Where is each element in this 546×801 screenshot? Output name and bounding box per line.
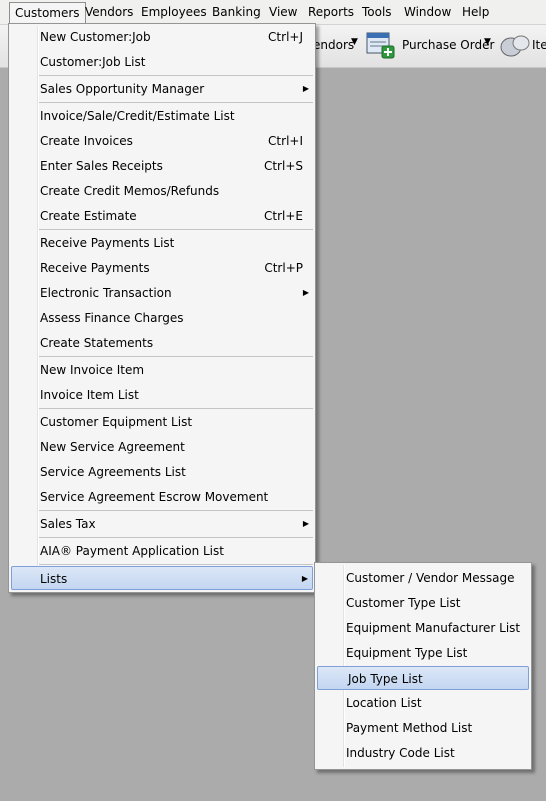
purchase-order-dropdown-arrow-icon[interactable]: ▼ [484, 37, 491, 47]
menu-item-enter-sales-receipts[interactable]: Enter Sales Receipts Ctrl+S [11, 154, 313, 178]
menu-item-label: Lists [40, 572, 68, 586]
menu-customers[interactable]: Customers [9, 2, 86, 24]
menu-item-label: Job Type List [348, 672, 423, 686]
menu-item-new-customer-job[interactable]: New Customer:Job Ctrl+J [11, 25, 313, 49]
menu-item-label: Receive Payments [40, 261, 150, 275]
menu-separator [39, 564, 313, 565]
menu-item-service-agreements-list[interactable]: Service Agreements List [11, 460, 313, 484]
menu-item-label: Create Statements [40, 336, 154, 350]
menu-item-label: New Customer:Job [40, 30, 151, 44]
lists-submenu: Customer / Vendor Message Customer Type … [314, 562, 532, 770]
menu-item-label: Customer Equipment List [40, 415, 193, 429]
menu-separator [39, 102, 313, 103]
menu-item-shortcut: Ctrl+I [268, 134, 303, 148]
menu-vendors[interactable]: Vendors [80, 2, 138, 22]
submenu-item-customer-vendor-message[interactable]: Customer / Vendor Message [317, 566, 529, 590]
menu-separator [39, 356, 313, 357]
menu-item-label: Location List [346, 696, 422, 710]
menu-item-label: Sales Opportunity Manager [40, 82, 205, 96]
menu-item-service-agreement-escrow-movement[interactable]: Service Agreement Escrow Movement [11, 485, 313, 509]
submenu-item-equipment-manufacturer-list[interactable]: Equipment Manufacturer List [317, 616, 529, 640]
vendors-dropdown-arrow-icon[interactable]: ▼ [351, 37, 358, 47]
menu-item-label: AIA® Payment Application List [40, 544, 224, 558]
menu-item-electronic-transaction[interactable]: Electronic Transaction ▶ [11, 281, 313, 305]
menu-item-customer-equipment-list[interactable]: Customer Equipment List [11, 410, 313, 434]
menu-separator [39, 229, 313, 230]
menu-separator [39, 75, 313, 76]
items-icon[interactable] [499, 33, 533, 59]
menu-item-label: Customer Type List [346, 596, 461, 610]
vendors-toolbar-label[interactable]: endors [313, 38, 354, 52]
menu-item-label: Service Agreements List [40, 465, 186, 479]
menu-item-label: Assess Finance Charges [40, 311, 184, 325]
submenu-arrow-icon: ▶ [302, 84, 309, 93]
menu-item-shortcut: Ctrl+P [264, 261, 303, 275]
menu-item-label: Equipment Type List [346, 646, 468, 660]
menu-tools[interactable]: Tools [357, 2, 397, 22]
menu-view[interactable]: View [264, 2, 302, 22]
menu-separator [39, 408, 313, 409]
menu-item-new-invoice-item[interactable]: New Invoice Item [11, 358, 313, 382]
menu-banking[interactable]: Banking [207, 2, 266, 22]
menu-item-create-statements[interactable]: Create Statements [11, 331, 313, 355]
submenu-arrow-icon: ▶ [302, 519, 309, 528]
submenu-item-customer-type-list[interactable]: Customer Type List [317, 591, 529, 615]
menu-item-label: Industry Code List [346, 746, 455, 760]
menu-item-receive-payments-list[interactable]: Receive Payments List [11, 231, 313, 255]
menu-separator [39, 537, 313, 538]
menu-item-label: Sales Tax [40, 517, 96, 531]
menu-item-shortcut: Ctrl+J [268, 30, 303, 44]
menu-item-label: Enter Sales Receipts [40, 159, 163, 173]
menu-separator [39, 510, 313, 511]
menu-item-create-estimate[interactable]: Create Estimate Ctrl+E [11, 204, 313, 228]
submenu-item-payment-method-list[interactable]: Payment Method List [317, 716, 529, 740]
menu-item-aia-payment-application-list[interactable]: AIA® Payment Application List [11, 539, 313, 563]
menu-item-receive-payments[interactable]: Receive Payments Ctrl+P [11, 256, 313, 280]
menu-item-label: Receive Payments List [40, 236, 175, 250]
menu-item-shortcut: Ctrl+E [264, 209, 303, 223]
menu-item-invoice-item-list[interactable]: Invoice Item List [11, 383, 313, 407]
menu-item-label: Customer / Vendor Message [346, 571, 515, 585]
menu-item-sales-opportunity-manager[interactable]: Sales Opportunity Manager ▶ [11, 77, 313, 101]
menu-item-label: Invoice/Sale/Credit/Estimate List [40, 109, 235, 123]
menu-employees[interactable]: Employees [136, 2, 212, 22]
submenu-item-equipment-type-list[interactable]: Equipment Type List [317, 641, 529, 665]
menu-item-customer-job-list[interactable]: Customer:Job List [11, 50, 313, 74]
menu-window[interactable]: Window [399, 2, 456, 22]
customers-menu: New Customer:Job Ctrl+J Customer:Job Lis… [8, 23, 316, 593]
items-label[interactable]: Ite [532, 38, 546, 52]
menu-item-lists[interactable]: Lists ▶ [11, 566, 313, 590]
menu-item-label: New Invoice Item [40, 363, 145, 377]
menu-item-label: Payment Method List [346, 721, 473, 735]
purchase-order-label[interactable]: Purchase Order [402, 38, 494, 52]
menu-item-label: Create Estimate [40, 209, 137, 223]
menu-item-label: Equipment Manufacturer List [346, 621, 521, 635]
menu-item-label: Create Credit Memos/Refunds [40, 184, 220, 198]
submenu-item-industry-code-list[interactable]: Industry Code List [317, 741, 529, 765]
submenu-item-job-type-list[interactable]: Job Type List [317, 666, 529, 690]
menu-item-label: Electronic Transaction [40, 286, 172, 300]
menu-bar: Customers Vendors Employees Banking View… [0, 0, 546, 25]
menu-item-sales-tax[interactable]: Sales Tax ▶ [11, 512, 313, 536]
menu-item-create-credit-memos[interactable]: Create Credit Memos/Refunds [11, 179, 313, 203]
submenu-arrow-icon: ▶ [302, 288, 309, 297]
menu-help[interactable]: Help [457, 2, 494, 22]
menu-item-shortcut: Ctrl+S [263, 159, 303, 173]
submenu-arrow-icon: ▶ [301, 574, 308, 583]
menu-item-label: Service Agreement Escrow Movement [40, 490, 269, 504]
menu-item-label: Customer:Job List [40, 55, 146, 69]
menu-reports[interactable]: Reports [303, 2, 359, 22]
menu-item-invoice-list[interactable]: Invoice/Sale/Credit/Estimate List [11, 104, 313, 128]
menu-item-assess-finance-charges[interactable]: Assess Finance Charges [11, 306, 313, 330]
menu-item-label: Create Invoices [40, 134, 133, 148]
menu-item-label: Invoice Item List [40, 388, 139, 402]
purchase-order-icon[interactable] [366, 31, 396, 59]
menu-item-label: New Service Agreement [40, 440, 185, 454]
menu-item-new-service-agreement[interactable]: New Service Agreement [11, 435, 313, 459]
menu-item-create-invoices[interactable]: Create Invoices Ctrl+I [11, 129, 313, 153]
submenu-item-location-list[interactable]: Location List [317, 691, 529, 715]
